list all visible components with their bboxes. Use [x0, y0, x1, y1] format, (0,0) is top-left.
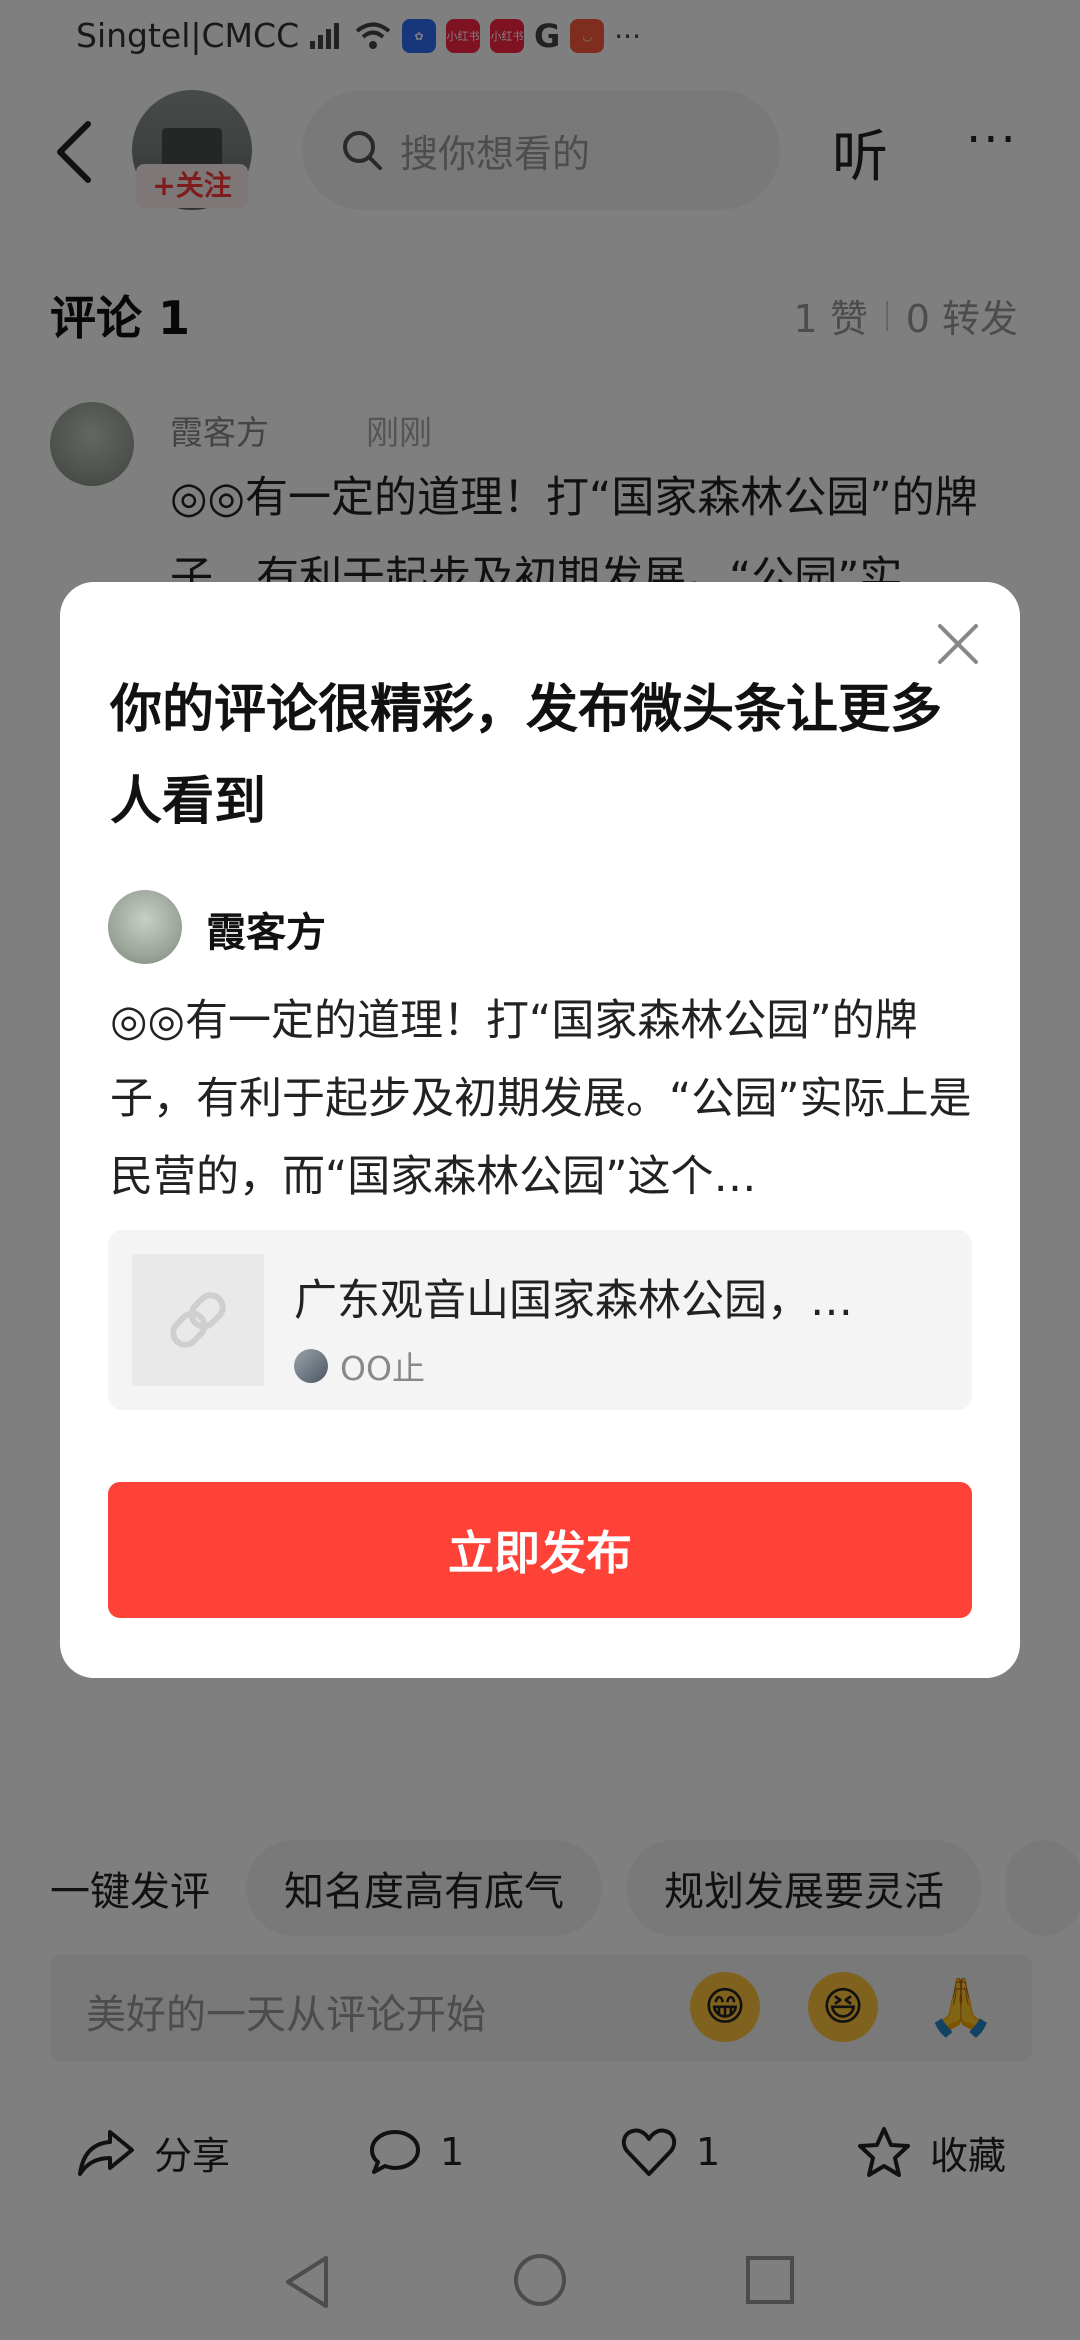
publish-dialog: 你的评论很精彩，发布微头条让更多人看到 霞客方 ◎◎有一定的道理！打“国家森林公… [60, 582, 1020, 1678]
link-author: OO止 [294, 1342, 425, 1390]
dialog-author-name: 霞客方 [206, 910, 326, 956]
link-thumbnail [132, 1254, 264, 1386]
link-author-name: OO止 [340, 1349, 425, 1388]
close-icon[interactable] [936, 622, 980, 666]
link-author-avatar [294, 1349, 328, 1383]
dialog-title: 你的评论很精彩，发布微头条让更多人看到 [110, 680, 943, 832]
linked-article-card[interactable]: 广东观音山国家森林公园，… OO止 [108, 1230, 972, 1410]
publish-now-button[interactable]: 立即发布 [108, 1482, 972, 1618]
link-title: 广东观音山国家森林公园，… [294, 1276, 853, 1326]
dialog-author-avatar [108, 890, 182, 964]
link-icon [170, 1292, 226, 1348]
dialog-comment-text: ◎◎有一定的道理！打“国家森林公园”的牌子，有利于起步及初期发展。“公园”实际上… [110, 996, 972, 1202]
